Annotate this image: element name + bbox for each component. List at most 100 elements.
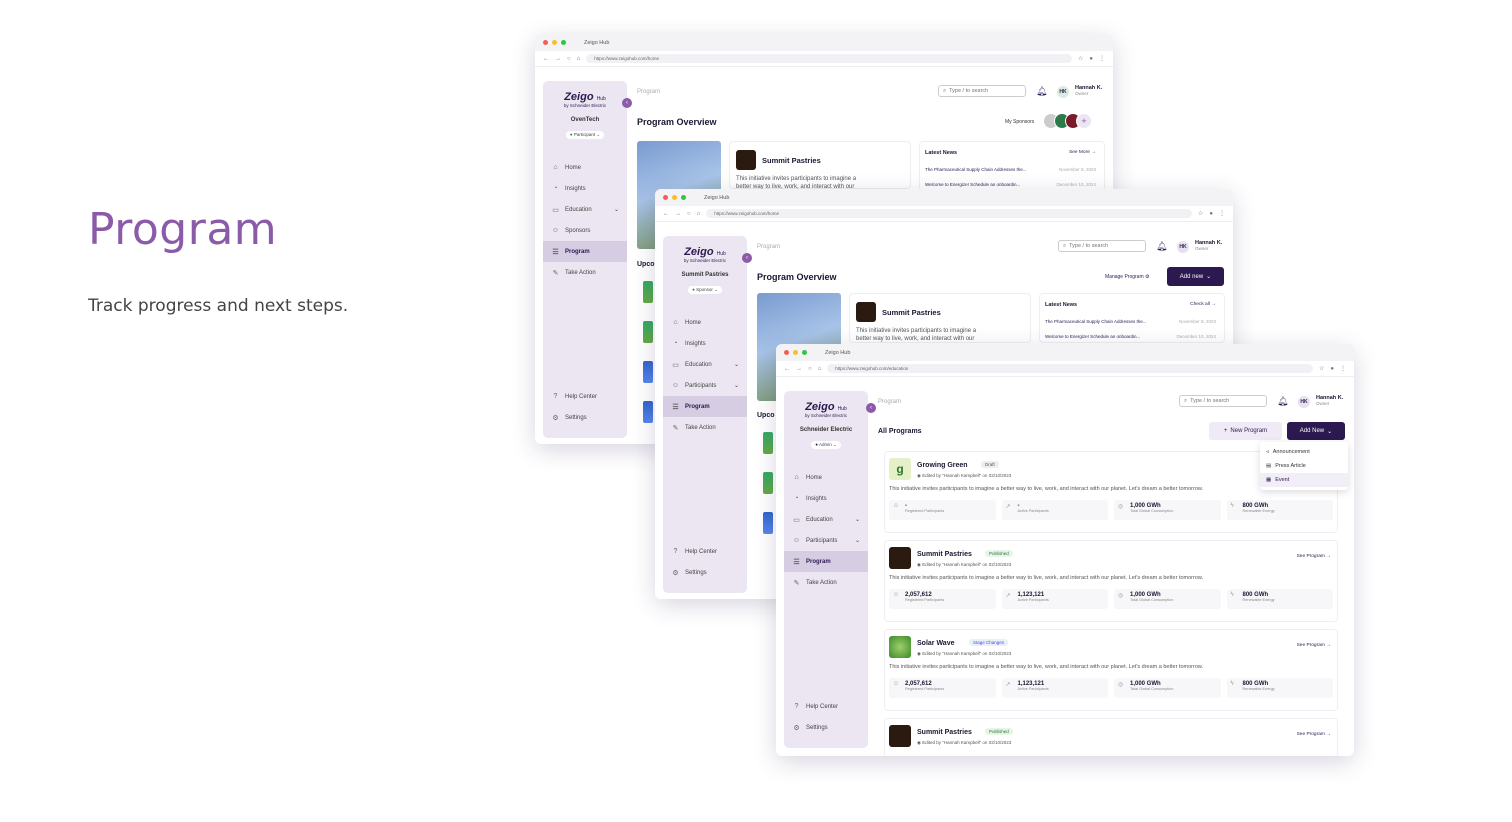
- bookmark-icon[interactable]: ☆: [1198, 210, 1203, 217]
- collapse-sidebar-icon[interactable]: ‹: [866, 403, 876, 413]
- event-thumbnail: [763, 472, 773, 494]
- profile-icon[interactable]: ●: [1089, 56, 1093, 62]
- reload-icon[interactable]: ○: [687, 211, 691, 217]
- breadcrumb[interactable]: Program: [878, 399, 901, 405]
- stat-registered: ☺ 2,057,612 Registered Participants: [889, 589, 996, 609]
- collapse-sidebar-icon[interactable]: ‹: [622, 98, 632, 108]
- nav-program[interactable]: ☰ Program: [663, 396, 747, 417]
- see-program-link[interactable]: See Program →: [1297, 554, 1331, 559]
- role-select[interactable]: ● Participant ⌄: [565, 131, 605, 139]
- bell-icon[interactable]: 🔔︎: [1277, 396, 1288, 407]
- add-new-button[interactable]: Add New ⌄: [1287, 422, 1345, 440]
- profile-icon[interactable]: ●: [1209, 211, 1213, 217]
- active-icon: ↗: [1005, 504, 1011, 510]
- url-input[interactable]: https://www.zeigohub.com/education: [827, 364, 1313, 373]
- reload-icon[interactable]: ○: [567, 56, 571, 62]
- nav-education[interactable]: ▭ Education ⌄: [543, 199, 627, 220]
- add-new-button[interactable]: Add new ⌄: [1167, 267, 1224, 286]
- forward-icon[interactable]: →: [555, 56, 561, 62]
- new-program-button[interactable]: + New Program: [1209, 422, 1282, 440]
- manage-program-button[interactable]: Manage Program ⚙: [1105, 274, 1150, 280]
- nav-home[interactable]: ⌂ Home: [543, 157, 627, 178]
- menu-icon[interactable]: ⋮: [1219, 210, 1225, 217]
- menu-item-event[interactable]: ▦ Event: [1260, 473, 1348, 487]
- nav-program[interactable]: ☰ Program: [784, 551, 868, 572]
- program-row[interactable]: Summit Pastries Published ◉ Edited by "H…: [884, 540, 1338, 622]
- program-row[interactable]: Solar Wave Stage Changes ◉ Edited by "Ha…: [884, 629, 1338, 711]
- breadcrumb[interactable]: Program: [757, 244, 780, 250]
- avatar[interactable]: HK: [1298, 396, 1310, 408]
- zeigo-logo[interactable]: Zeigo Hub: [784, 401, 868, 413]
- collapse-sidebar-icon[interactable]: ‹: [742, 253, 752, 263]
- role-select[interactable]: ● Sponsor ⌄: [688, 286, 722, 294]
- zeigo-logo[interactable]: Zeigo Hub: [543, 91, 627, 103]
- reload-icon[interactable]: ○: [808, 366, 812, 372]
- nav-take-action[interactable]: ✎ Take Action: [543, 262, 627, 283]
- home-icon[interactable]: ⌂: [697, 211, 701, 217]
- nav-take-action[interactable]: ✎ Take Action: [784, 572, 868, 593]
- back-icon[interactable]: ←: [784, 366, 790, 372]
- nav-home[interactable]: ⌂ Home: [663, 312, 747, 333]
- news-title: Latest News: [1045, 302, 1078, 308]
- browser-tab[interactable]: Zeigo Hub: [704, 195, 729, 201]
- home-icon[interactable]: ⌂: [577, 56, 581, 62]
- nav-program[interactable]: ☰ Program: [543, 241, 627, 262]
- browser-tab[interactable]: Zeigo Hub: [825, 350, 850, 356]
- page-title: Program Overview: [757, 272, 837, 282]
- search-input[interactable]: ⌕ Type / to search: [1179, 395, 1267, 407]
- forward-icon[interactable]: →: [796, 366, 802, 372]
- news-item[interactable]: The Pharmaceutical Supply Chain Addresse…: [1045, 319, 1147, 324]
- back-icon[interactable]: ←: [543, 56, 549, 62]
- url-input[interactable]: https://www.zeigohub.com/home: [706, 209, 1192, 218]
- nav-settings[interactable]: ⚙ Settings: [543, 407, 627, 428]
- nav-education[interactable]: ▭ Education ⌄: [663, 354, 747, 375]
- nav-insights[interactable]: ◔ Insights: [784, 488, 868, 509]
- check-all-link[interactable]: Check all →: [1190, 302, 1216, 307]
- nav-insights[interactable]: ◔ Insights: [543, 178, 627, 199]
- nav-settings[interactable]: ⚙ Settings: [784, 717, 868, 738]
- menu-item-press-article[interactable]: ▤ Press Article: [1260, 459, 1348, 473]
- nav-sponsors[interactable]: ☺ Sponsors: [543, 220, 627, 241]
- avatar[interactable]: HK: [1057, 86, 1069, 98]
- menu-item-announcement[interactable]: ◃ Announcement: [1260, 445, 1348, 459]
- url-input[interactable]: https://www.zeigohub.com/home: [586, 54, 1072, 63]
- nav-help[interactable]: ? Help Center: [543, 386, 627, 407]
- menu-icon[interactable]: ⋮: [1340, 365, 1346, 372]
- nav-participants[interactable]: ☺ Participants ⌄: [784, 530, 868, 551]
- news-item[interactable]: The Pharmaceutical Supply Chain Addresse…: [925, 167, 1027, 172]
- nav-take-action[interactable]: ✎ Take Action: [663, 417, 747, 438]
- avatar[interactable]: HK: [1177, 241, 1189, 253]
- home-icon[interactable]: ⌂: [818, 366, 822, 372]
- search-input[interactable]: ⌕ Type / to search: [1058, 240, 1146, 252]
- zeigo-logo[interactable]: Zeigo Hub: [663, 246, 747, 258]
- search-input[interactable]: ⌕ Type / to search: [938, 85, 1026, 97]
- forward-icon[interactable]: →: [675, 211, 681, 217]
- bookmark-icon[interactable]: ☆: [1078, 55, 1083, 62]
- see-program-link[interactable]: See Program →: [1297, 643, 1331, 648]
- nav-help[interactable]: ? Help Center: [784, 696, 868, 717]
- role-select[interactable]: ● Admin ⌄: [811, 441, 841, 449]
- program-card[interactable]: Summit Pastries This initiative invites …: [729, 141, 911, 190]
- browser-tab[interactable]: Zeigo Hub: [584, 40, 609, 46]
- nav-participants[interactable]: ☺ Participants ⌄: [663, 375, 747, 396]
- back-icon[interactable]: ←: [663, 211, 669, 217]
- home-icon: ⌂: [794, 474, 799, 481]
- profile-icon[interactable]: ●: [1330, 366, 1334, 372]
- nav-help[interactable]: ? Help Center: [663, 541, 747, 562]
- nav-home[interactable]: ⌂ Home: [784, 467, 868, 488]
- breadcrumb[interactable]: Program: [637, 89, 660, 95]
- program-row[interactable]: Summit Pastries Published ◉ Edited by "H…: [884, 718, 1338, 756]
- bookmark-icon[interactable]: ☆: [1319, 365, 1324, 372]
- nav-settings[interactable]: ⚙ Settings: [663, 562, 747, 583]
- see-more-link[interactable]: See More →: [1069, 150, 1096, 155]
- nav-education[interactable]: ▭ Education ⌄: [784, 509, 868, 530]
- news-item[interactable]: Welcome to Energize! Schedule an onboard…: [925, 182, 1020, 187]
- sponsor-avatars[interactable]: +: [1043, 113, 1092, 129]
- menu-icon[interactable]: ⋮: [1099, 55, 1105, 62]
- nav-insights[interactable]: ◔ Insights: [663, 333, 747, 354]
- bell-icon[interactable]: 🔔︎: [1156, 241, 1167, 252]
- news-item[interactable]: Welcome to Energize! Schedule an onboard…: [1045, 334, 1140, 339]
- see-program-link[interactable]: See Program →: [1297, 732, 1331, 737]
- program-card[interactable]: Summit Pastries This initiative invites …: [849, 293, 1031, 343]
- bell-icon[interactable]: 🔔︎: [1036, 86, 1047, 97]
